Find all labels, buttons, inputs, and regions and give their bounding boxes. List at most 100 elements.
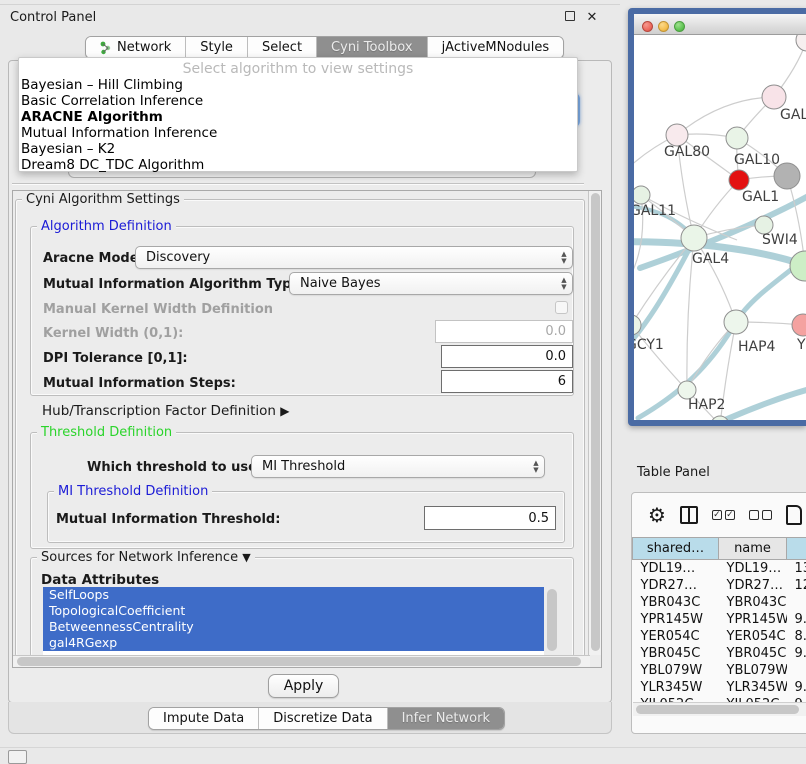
- gear-icon[interactable]: ⚙: [648, 503, 666, 527]
- table-row[interactable]: YBR045CYBR045C9.: [633, 645, 806, 662]
- manual-kernel-width-label: Manual Kernel Width Definition: [43, 302, 273, 317]
- network-canvas[interactable]: GALGAL80GAL10GAL1GAL11SWI4GAL4HAP4YGCY1H…: [634, 35, 806, 420]
- dpi-tolerance-label: DPI Tolerance [0,1]:: [43, 351, 188, 366]
- table-row[interactable]: YPR145WYPR145W9.: [633, 611, 806, 628]
- mi-steps-field[interactable]: 6: [441, 370, 573, 393]
- algorithm-definition-group: Algorithm Definition Aracne Mode: Discov…: [30, 226, 574, 396]
- table-row[interactable]: YDR27…YDR27…12: [633, 577, 806, 594]
- close-icon[interactable]: ✕: [584, 10, 600, 25]
- column-header-shared-name[interactable]: shared…: [633, 538, 719, 560]
- algorithm-popup-item[interactable]: Bayesian – K2: [19, 141, 577, 157]
- algorithm-popup-placeholder: Select algorithm to view settings: [19, 58, 577, 77]
- mi-threshold-label: Mutual Information Threshold:: [56, 512, 280, 527]
- network-node[interactable]: [796, 35, 806, 51]
- table-horizontal-scrollbar[interactable]: [633, 702, 806, 716]
- threshold-definition-group: Threshold Definition Which threshold to …: [30, 432, 574, 549]
- zoom-traffic-icon[interactable]: [674, 21, 685, 32]
- dpi-tolerance-field[interactable]: 0.0: [441, 345, 573, 368]
- algorithm-popup-item[interactable]: Dream8 DC_TDC Algorithm: [19, 157, 577, 173]
- table-toolbar: ⚙ ✓✓: [632, 493, 806, 537]
- hub-definition-toggle[interactable]: Hub/Transcription Factor Definition ▶: [42, 403, 289, 419]
- node-table[interactable]: shared… name A YDL19…YDL19…13YDR27…YDR27…: [632, 537, 806, 713]
- table-row[interactable]: YLR345WYLR345W9.: [633, 679, 806, 696]
- settings-scrollpane: Cyni Algorithm Settings Algorithm Defini…: [12, 190, 602, 668]
- node-label: GCY1: [634, 337, 664, 353]
- select-all-checks-icon[interactable]: ✓✓: [712, 510, 735, 520]
- network-node-gal1[interactable]: [729, 170, 749, 190]
- network-node-gal80[interactable]: [666, 124, 688, 146]
- node-label: GAL: [780, 107, 806, 123]
- tab-discretize-data[interactable]: Discretize Data: [259, 708, 387, 729]
- node-label: GAL10: [734, 152, 780, 168]
- network-node-gal4[interactable]: [681, 225, 707, 251]
- node-label: SWI4: [762, 232, 798, 248]
- algorithm-popup-item[interactable]: Bayesian – Hill Climbing: [19, 77, 577, 93]
- table-panel-title: Table Panel: [637, 465, 710, 480]
- stepper-icon: ▲▼: [528, 460, 544, 473]
- network-node-hap4[interactable]: [724, 310, 748, 334]
- algorithm-popup-item[interactable]: Mutual Information Inference: [19, 125, 577, 141]
- algorithm-dropdown-popup: Select algorithm to view settings Bayesi…: [18, 57, 578, 172]
- horizontal-scrollbar[interactable]: [13, 655, 590, 667]
- deselect-all-checks-icon[interactable]: [749, 510, 772, 520]
- tab-cyni-toolbox[interactable]: Cyni Toolbox: [317, 37, 428, 58]
- table-row[interactable]: YBL079WYBL079W: [633, 662, 806, 679]
- close-traffic-icon[interactable]: [642, 21, 653, 32]
- data-attribute-item[interactable]: gal4RGexp: [43, 635, 544, 651]
- algorithm-popup-item[interactable]: ARACNE Algorithm: [19, 109, 577, 125]
- mi-threshold-title: MI Threshold Definition: [54, 484, 212, 499]
- stepper-icon: ▲▼: [556, 251, 572, 264]
- aracne-mode-combo[interactable]: Discovery ▲▼: [135, 246, 573, 269]
- document-icon[interactable]: [786, 505, 802, 525]
- float-window-icon[interactable]: [562, 10, 578, 25]
- mi-steps-label: Mutual Information Steps:: [43, 376, 236, 391]
- node-label: GAL80: [664, 144, 710, 160]
- tab-style[interactable]: Style: [186, 37, 248, 58]
- network-node-y[interactable]: [792, 314, 806, 336]
- expand-down-icon: ▼: [242, 551, 250, 564]
- tab-select[interactable]: Select: [248, 37, 317, 58]
- tab-network[interactable]: Network: [86, 37, 186, 58]
- network-node-gal[interactable]: [762, 85, 786, 109]
- network-node[interactable]: [790, 251, 806, 281]
- vertical-scrollbar[interactable]: [588, 191, 601, 655]
- mi-algorithm-type-combo[interactable]: Naive Bayes ▲▼: [289, 272, 573, 295]
- data-attributes-list[interactable]: SelfLoopsTopologicalCoefficientBetweenne…: [43, 587, 544, 655]
- manual-kernel-width-checkbox[interactable]: [555, 301, 568, 314]
- threshold-definition-title: Threshold Definition: [37, 425, 176, 440]
- network-nodes[interactable]: [634, 35, 806, 420]
- minimize-traffic-icon[interactable]: [658, 21, 669, 32]
- data-attribute-item[interactable]: TopologicalCoefficient: [43, 603, 544, 619]
- table-row[interactable]: YBR043CYBR043C: [633, 594, 806, 611]
- algorithm-popup-items: Bayesian – Hill ClimbingBasic Correlatio…: [19, 77, 577, 173]
- mi-threshold-group: MI Threshold Definition Mutual Informati…: [47, 491, 565, 543]
- network-edges-thick: [634, 194, 806, 420]
- mi-threshold-field[interactable]: 0.5: [424, 506, 556, 530]
- network-icon: [100, 41, 112, 55]
- network-node-gal10[interactable]: [726, 127, 748, 149]
- which-threshold-label: Which threshold to use:: [87, 460, 262, 475]
- column-header-a[interactable]: A: [787, 538, 806, 560]
- split-columns-icon[interactable]: [680, 506, 698, 524]
- aracne-mode-label: Aracne Mode:: [43, 251, 144, 266]
- tab-impute-data[interactable]: Impute Data: [149, 708, 259, 729]
- data-attribute-item[interactable]: BetweennessCentrality: [43, 619, 544, 635]
- apply-button[interactable]: Apply: [268, 674, 339, 698]
- sources-title[interactable]: Sources for Network Inference ▼: [37, 550, 255, 565]
- network-window-titlebar[interactable]: [634, 14, 806, 35]
- node-label: GAL1: [742, 189, 779, 205]
- separator: [12, 183, 584, 185]
- node-label: HAP4: [738, 339, 776, 355]
- which-threshold-combo[interactable]: MI Threshold ▲▼: [251, 455, 545, 478]
- algorithm-popup-item[interactable]: Basic Correlation Inference: [19, 93, 577, 109]
- table-row[interactable]: YDL19…YDL19…13: [633, 560, 806, 577]
- column-header-name[interactable]: name: [719, 538, 787, 560]
- tab-jactivemnodules[interactable]: jActiveMNodules: [428, 37, 564, 58]
- data-attribute-item[interactable]: SelfLoops: [43, 587, 544, 603]
- kernel-width-field[interactable]: 0.0: [435, 320, 573, 343]
- attribute-list-scrollbar[interactable]: [547, 589, 557, 651]
- table-row[interactable]: YER054CYER054C8.: [633, 628, 806, 645]
- tab-infer-network[interactable]: Infer Network: [388, 708, 504, 729]
- network-window: GALGAL80GAL10GAL1GAL11SWI4GAL4HAP4YGCY1H…: [634, 14, 806, 420]
- network-node-gal11[interactable]: [634, 186, 650, 204]
